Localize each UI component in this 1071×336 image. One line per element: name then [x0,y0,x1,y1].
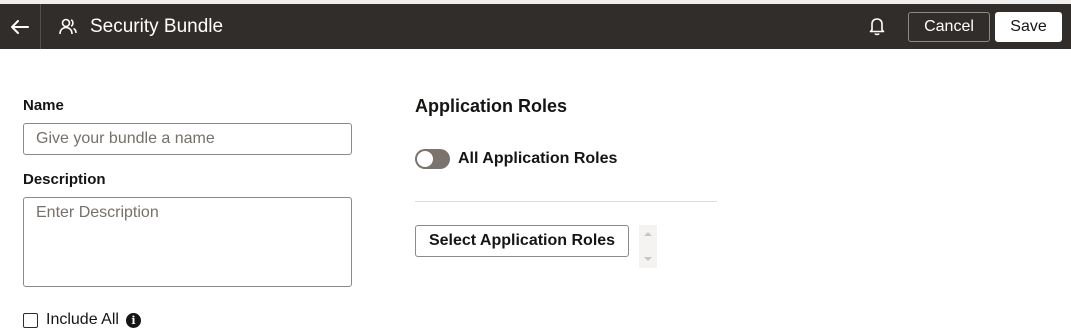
include-all-checkbox[interactable] [23,312,38,328]
user-group-icon [59,18,77,35]
application-roles-title: Application Roles [415,96,568,116]
select-application-roles-button[interactable]: Select Application Roles [415,225,629,257]
all-roles-toggle[interactable] [415,149,450,169]
description-textarea[interactable] [23,197,352,287]
roles-scrollbar[interactable] [639,225,657,268]
section-divider [415,201,717,202]
name-label: Name [23,97,64,114]
all-roles-toggle-row: All Application Roles [415,149,617,169]
page-title: Security Bundle [90,16,224,37]
description-label: Description [23,171,106,188]
include-all-row: Include All i [23,310,141,330]
toggle-knob [417,151,433,167]
include-all-label: Include All [46,311,119,328]
name-input[interactable] [23,123,352,155]
arrow-left-icon [11,19,29,34]
back-button[interactable] [0,4,40,49]
app-header: Security Bundle Cancel Save [0,4,1071,49]
cancel-button[interactable]: Cancel [908,12,990,42]
bell-icon[interactable] [867,15,887,37]
save-button[interactable]: Save [995,12,1062,42]
all-roles-label: All Application Roles [458,150,618,167]
info-icon[interactable]: i [125,312,141,328]
scroll-down-icon[interactable] [644,257,652,261]
scroll-up-icon[interactable] [644,232,652,236]
header-divider [40,4,41,49]
